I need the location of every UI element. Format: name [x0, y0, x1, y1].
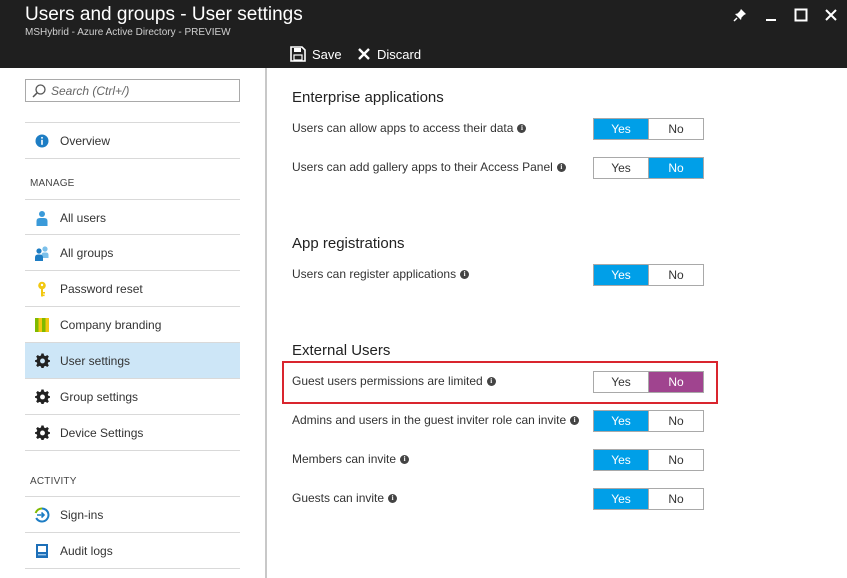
save-label: Save — [312, 46, 342, 62]
signin-icon — [34, 507, 50, 523]
nav-divider — [25, 158, 240, 159]
branding-icon — [34, 317, 50, 333]
toggle-users-allow-apps[interactable]: Yes No — [593, 118, 704, 140]
nav-item-label: User settings — [60, 353, 131, 368]
toggle-yes-option[interactable]: Yes — [594, 411, 648, 431]
nav-item-label: Overview — [60, 133, 111, 148]
toggle-no-option[interactable]: No — [648, 450, 703, 470]
nav-item-audit-logs[interactable]: Audit logs — [25, 533, 240, 568]
window-subtitle: MSHybrid - Azure Active Directory - PREV… — [25, 27, 231, 38]
setting-label-text: Guest users permissions are limited — [292, 374, 483, 388]
discard-icon — [358, 48, 370, 60]
nav-item-company-branding[interactable]: Company branding — [25, 307, 240, 342]
toggle-guests-can-invite[interactable]: Yes No — [593, 488, 704, 510]
info-icon[interactable]: i — [460, 269, 470, 279]
toggle-yes-option[interactable]: Yes — [594, 265, 648, 285]
section-title-external-users: External Users — [292, 342, 391, 359]
nav-divider — [25, 568, 240, 569]
nav-item-label: Audit logs — [60, 543, 113, 558]
gear-icon — [34, 353, 50, 369]
nav-item-user-settings[interactable]: User settings — [25, 343, 240, 378]
key-icon — [34, 281, 50, 297]
toggle-users-add-gallery-apps[interactable]: Yes No — [593, 157, 704, 179]
info-icon[interactable]: i — [570, 415, 580, 425]
setting-label: Admins and users in the guest inviter ro… — [292, 413, 580, 427]
nav-item-password-reset[interactable]: Password reset — [25, 271, 240, 306]
audit-log-icon — [34, 543, 50, 559]
save-icon — [290, 46, 306, 62]
setting-label: Members can invite i — [292, 452, 410, 466]
nav-item-overview[interactable]: Overview — [25, 123, 240, 158]
toggle-yes-option[interactable]: Yes — [594, 372, 648, 392]
toggle-yes-option[interactable]: Yes — [594, 450, 648, 470]
search-box[interactable] — [25, 79, 240, 102]
nav-item-label: Password reset — [60, 281, 143, 296]
nav-item-all-users[interactable]: All users — [25, 200, 240, 235]
discard-label: Discard — [377, 46, 422, 62]
search-input[interactable] — [51, 83, 221, 98]
nav-item-label: Company branding — [60, 317, 162, 332]
toggle-no-option[interactable]: No — [648, 158, 703, 178]
toggle-members-can-invite[interactable]: Yes No — [593, 449, 704, 471]
group-icon — [34, 245, 50, 261]
setting-label-text: Users can add gallery apps to their Acce… — [292, 160, 553, 174]
toggle-admins-guest-inviter-can-invite[interactable]: Yes No — [593, 410, 704, 432]
setting-label: Users can allow apps to access their dat… — [292, 121, 527, 135]
nav-item-all-groups[interactable]: All groups — [25, 235, 240, 270]
setting-label-text: Admins and users in the guest inviter ro… — [292, 413, 567, 427]
setting-label-text: Members can invite — [292, 452, 397, 466]
title-bar: Users and groups - User settings MSHybri… — [0, 0, 847, 68]
section-title-app-registrations: App registrations — [292, 235, 405, 252]
info-icon[interactable]: i — [486, 376, 496, 386]
search-icon — [32, 83, 46, 98]
toggle-yes-option[interactable]: Yes — [594, 119, 648, 139]
setting-label-text: Users can register applications — [292, 267, 457, 281]
nav-item-group-settings[interactable]: Group settings — [25, 379, 240, 414]
nav-item-label: Group settings — [60, 389, 139, 404]
info-icon[interactable]: i — [517, 123, 527, 133]
minimize-icon[interactable] — [760, 6, 782, 24]
setting-label: Guest users permissions are limited i — [292, 374, 496, 388]
toggle-guest-permissions-limited[interactable]: Yes No — [593, 371, 704, 393]
nav-item-label: All groups — [60, 245, 114, 260]
toggle-no-option[interactable]: No — [648, 489, 703, 509]
nav-item-device-settings[interactable]: Device Settings — [25, 415, 240, 450]
setting-label: Users can register applications i — [292, 267, 470, 281]
toggle-no-option[interactable]: No — [648, 411, 703, 431]
nav-item-label: All users — [60, 210, 107, 225]
setting-label-text: Guests can invite — [292, 491, 385, 505]
toggle-no-option[interactable]: No — [648, 265, 703, 285]
toggle-yes-option[interactable]: Yes — [594, 158, 648, 178]
save-button[interactable]: Save — [290, 45, 342, 63]
panel-divider — [265, 68, 267, 578]
toggle-yes-option[interactable]: Yes — [594, 489, 648, 509]
toggle-users-register-apps[interactable]: Yes No — [593, 264, 704, 286]
toggle-no-option[interactable]: No — [648, 372, 703, 392]
section-title-enterprise-applications: Enterprise applications — [292, 89, 444, 106]
setting-label: Users can add gallery apps to their Acce… — [292, 160, 566, 174]
user-icon — [34, 210, 50, 226]
window-title: Users and groups - User settings — [25, 4, 303, 25]
info-icon[interactable]: i — [388, 493, 398, 503]
maximize-icon[interactable] — [790, 6, 812, 24]
info-icon[interactable]: i — [556, 162, 566, 172]
info-circle-icon — [34, 133, 50, 149]
discard-button[interactable]: Discard — [357, 45, 421, 63]
nav-divider — [25, 450, 240, 451]
manage-heading: MANAGE — [30, 178, 75, 189]
setting-label: Guests can invite i — [292, 491, 398, 505]
gear-icon — [34, 425, 50, 441]
activity-heading: ACTIVITY — [30, 476, 77, 487]
close-icon[interactable] — [820, 6, 842, 24]
toggle-no-option[interactable]: No — [648, 119, 703, 139]
nav-item-label: Sign-ins — [60, 507, 104, 522]
nav-item-sign-ins[interactable]: Sign-ins — [25, 497, 240, 532]
info-icon[interactable]: i — [400, 454, 410, 464]
pin-icon[interactable] — [729, 6, 751, 24]
gear-icon — [34, 389, 50, 405]
setting-label-text: Users can allow apps to access their dat… — [292, 121, 514, 135]
nav-item-label: Device Settings — [60, 425, 144, 440]
